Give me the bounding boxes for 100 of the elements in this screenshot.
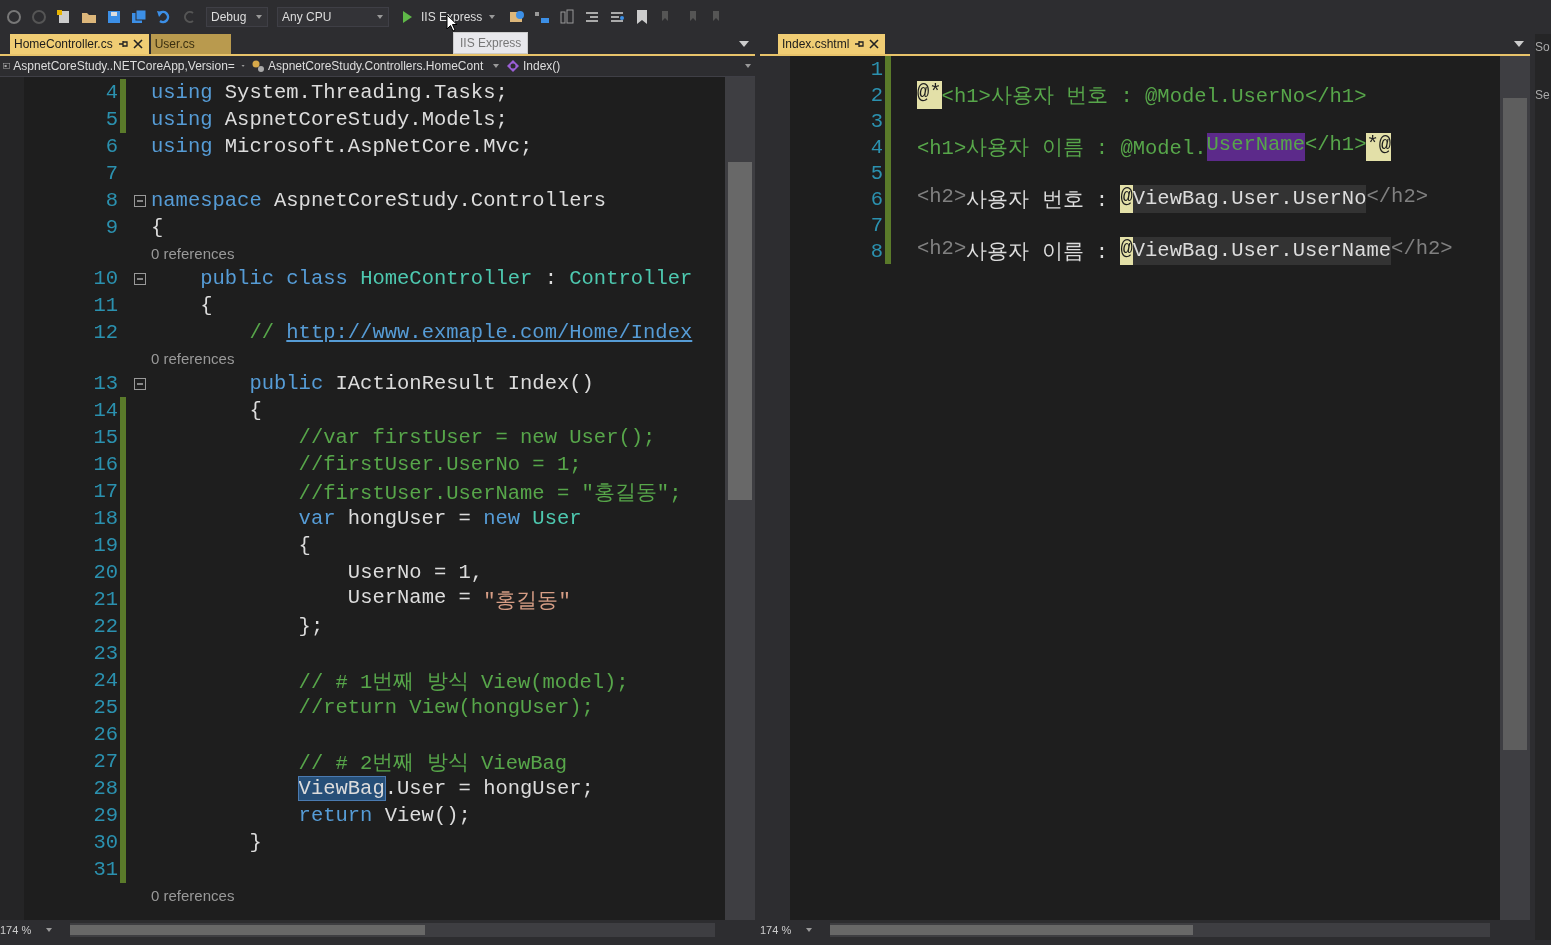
line-number: 27 [93,750,118,773]
code-text: <h2> [917,185,967,210]
code-text: // [249,321,274,344]
vertical-scrollbar[interactable] [725,77,755,920]
code-text: new [483,507,521,530]
code-text: } [249,831,262,854]
close-icon[interactable] [869,39,880,49]
code-text: <h2> [917,237,967,262]
code-text: </h1> [1304,133,1367,158]
line-number: 4 [870,135,883,159]
line-number: 14 [93,399,118,422]
code-text: AspnetCoreStudy.Controllers [274,189,607,212]
code-text: public [249,372,324,395]
reference-count-link[interactable]: 0 references [151,886,235,904]
line-number: 5 [870,161,883,185]
code-text: UserName [1206,133,1305,161]
line-number: 29 [93,804,118,827]
line-number: 8 [870,239,883,263]
code-text: { [249,399,262,422]
code-text: </h2> [1391,237,1453,262]
platform-dropdown[interactable]: Any CPU [277,7,389,27]
code-text: IActionResult Index() [335,372,594,395]
save-icon[interactable] [106,9,122,25]
code-text: // # 1번째 방식 View(model); [298,669,629,695]
line-number: 5 [105,108,118,131]
new-project-icon[interactable] [56,9,72,25]
play-icon [402,11,412,23]
save-all-icon[interactable] [131,9,147,25]
line-number: 1 [870,57,883,81]
panel-title: So [1535,40,1551,54]
code-text: using [151,108,213,131]
code-link[interactable]: http://www.exmaple.com/Home/Index [286,321,693,344]
undo-icon[interactable] [156,9,172,25]
browser-icon[interactable] [509,9,526,25]
pin-icon[interactable] [117,39,128,49]
line-number: 25 [93,696,118,719]
collapse-icon[interactable] [133,272,146,285]
caret-icon [492,62,500,70]
pin-icon[interactable] [854,39,865,49]
line-number: 13 [93,372,118,395]
reference-count-link[interactable]: 0 references [151,244,235,262]
code-text: UserNo = 1, [347,561,484,584]
caret-icon [744,62,752,70]
class-icon [251,59,265,73]
horizontal-scrollbar[interactable] [70,923,715,937]
close-icon[interactable] [132,39,143,49]
line-number: 17 [93,480,118,503]
line-number: 11 [93,294,118,317]
tooltip: IIS Express [453,32,529,54]
code-text: <h1>사용자 이름 : @Model. [917,136,1207,161]
collapse-icon[interactable] [133,377,146,390]
columns-icon[interactable] [559,9,576,25]
line-number: 21 [93,588,118,611]
code-text: : [544,267,557,290]
line-number: 15 [93,426,118,449]
line-number: 24 [93,669,118,692]
code-text: namespace [151,189,262,212]
navigation-dropdown[interactable]: AspnetCoreStudy.Controllers.HomeCont [248,56,503,76]
code-text: //return View(hongUser); [298,696,594,719]
line-number: 20 [93,561,118,584]
editor-tab[interactable]: Index.cshtml [778,34,886,54]
back-icon[interactable] [6,9,22,25]
code-text: @* [917,81,942,109]
editor-tab[interactable]: User.cs [150,34,231,54]
indent-icon[interactable] [609,9,626,25]
line-number: 7 [105,162,118,185]
line-number: 31 [93,858,118,881]
code-text: //firstUser.UserName = "홍길동"; [298,480,682,506]
outdent-icon[interactable] [584,9,601,25]
line-number: 9 [105,216,118,239]
code-text: ViewBag [298,777,385,800]
navigation-dropdown[interactable]: AspnetCoreStudy..NETCoreApp,Version= [0,56,248,76]
tab-list-caret-icon[interactable] [1514,40,1524,48]
zoom-dropdown[interactable]: 174 % [0,924,56,936]
code-text: @ [1120,237,1133,265]
line-number: 18 [93,507,118,530]
tab-list-caret-icon[interactable] [739,40,749,48]
code-text: .User = hongUser; [384,777,594,800]
code-text: User [532,507,582,530]
configuration-dropdown[interactable]: Debug [206,7,268,27]
vertical-scrollbar[interactable] [1500,56,1530,920]
code-text: UserName = [347,585,471,611]
caret-icon [376,13,384,21]
navigation-dropdown[interactable]: Index() [503,56,755,76]
line-number: 30 [93,831,118,854]
line-number: 3 [870,109,883,133]
hierarchy-icon[interactable] [534,9,551,25]
line-number: 7 [870,213,883,237]
code-text: using [151,135,213,158]
collapse-icon[interactable] [133,194,146,207]
line-number: 4 [105,81,118,104]
code-text: HomeController [360,267,533,290]
line-number: 10 [93,267,118,290]
reference-count-link[interactable]: 0 references [151,349,235,367]
editor-tab[interactable]: HomeController.cs [10,34,149,54]
line-number: 2 [870,83,883,107]
zoom-dropdown[interactable]: 174 % [760,924,816,936]
code-text: return [298,804,373,827]
horizontal-scrollbar[interactable] [830,923,1490,937]
caret-icon [255,13,263,21]
